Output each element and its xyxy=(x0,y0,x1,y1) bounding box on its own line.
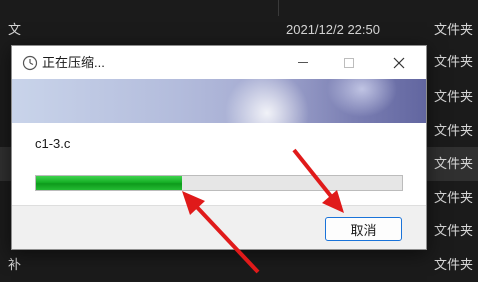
close-icon xyxy=(393,57,405,68)
maximize-button xyxy=(326,46,372,79)
file-type: 文件夹 xyxy=(434,89,474,104)
compress-progress-dialog: 正在压缩... c1-3.c 取消 xyxy=(11,45,427,250)
file-row[interactable]: 补 文件夹 xyxy=(0,248,478,282)
file-type: 文件夹 xyxy=(434,257,474,272)
dialog-titlebar[interactable]: 正在压缩... xyxy=(12,46,426,79)
file-name: 文 xyxy=(8,22,22,37)
dialog-footer: 取消 xyxy=(12,205,426,249)
dialog-title: 正在压缩... xyxy=(42,55,105,70)
compression-progress-bar xyxy=(35,175,403,191)
minimize-button[interactable] xyxy=(280,46,326,79)
clock-icon xyxy=(22,55,38,71)
close-button[interactable] xyxy=(376,46,422,79)
file-type: 文件夹 xyxy=(434,223,474,238)
cancel-button[interactable]: 取消 xyxy=(325,217,402,241)
progress-fill xyxy=(36,176,182,190)
maximize-icon xyxy=(344,57,354,68)
minimize-icon xyxy=(298,62,308,63)
file-type: 文件夹 xyxy=(434,22,474,37)
dialog-banner xyxy=(12,79,426,123)
file-type: 文件夹 xyxy=(434,190,474,205)
file-type: 文件夹 xyxy=(434,123,474,138)
file-date: 2021/12/2 22:50 xyxy=(286,22,380,37)
dialog-content: c1-3.c xyxy=(12,123,426,205)
file-name: 补 xyxy=(8,257,22,272)
current-file-label: c1-3.c xyxy=(35,136,71,151)
file-row[interactable]: 文 2021/12/2 22:50 文件夹 xyxy=(0,13,478,47)
file-type: 文件夹 xyxy=(434,54,474,69)
file-type: 文件夹 xyxy=(434,156,474,171)
